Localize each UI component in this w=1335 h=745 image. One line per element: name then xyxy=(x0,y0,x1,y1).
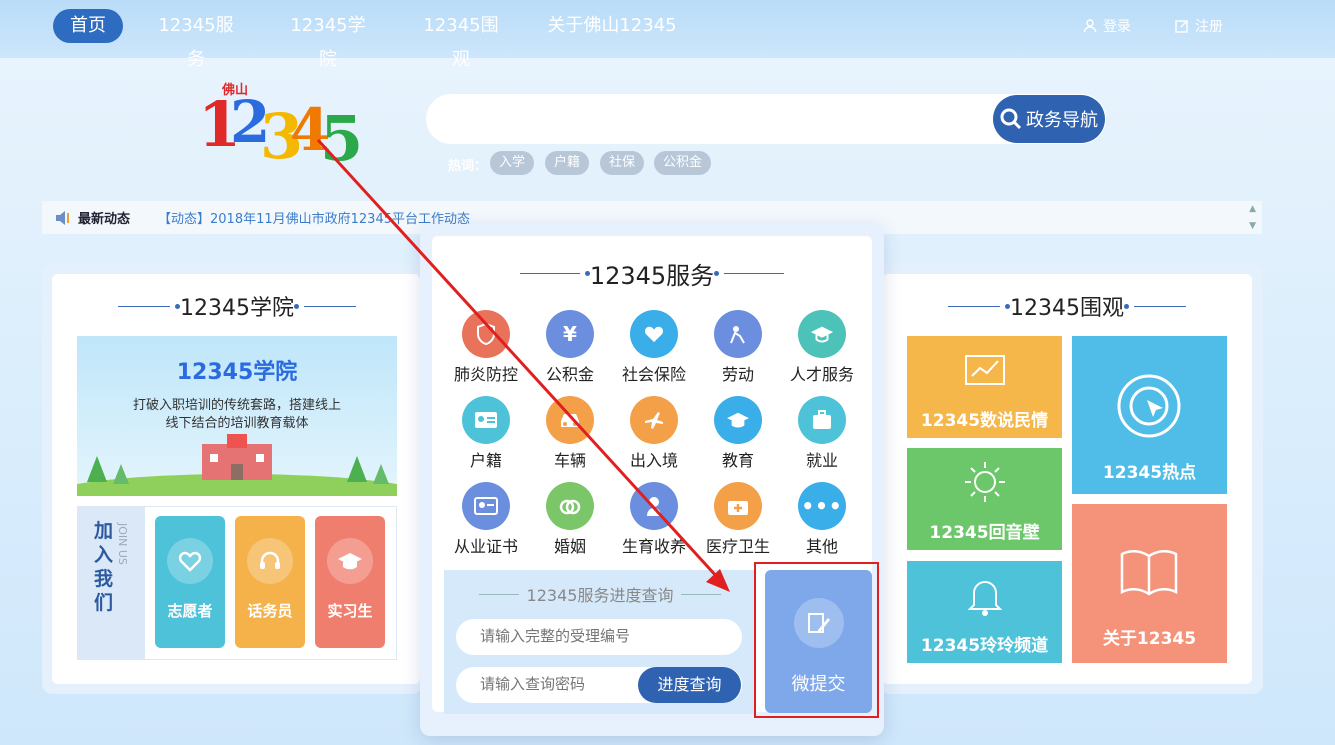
service-item-employment[interactable]: 就业 xyxy=(780,396,864,480)
edit-icon xyxy=(1175,20,1188,33)
hot-words-label: 热词： xyxy=(448,159,488,174)
banner-title: 12345学院 xyxy=(176,360,298,385)
service-item-education[interactable]: 教育 xyxy=(696,396,780,480)
nav-academy[interactable]: 12345学院 xyxy=(282,9,374,70)
nav-home[interactable]: 首页 xyxy=(53,9,123,43)
hot-tag[interactable]: 户籍 xyxy=(545,151,590,175)
service-item-exit-entry[interactable]: 出入境 xyxy=(612,396,696,480)
tile-about-12345[interactable]: 关于12345 xyxy=(1072,504,1227,663)
join-chars: 加入我们 xyxy=(94,520,114,614)
id-card-icon xyxy=(462,396,510,444)
briefcase-icon xyxy=(798,396,846,444)
register-link[interactable]: 注册 xyxy=(1175,16,1223,36)
banner-line1: 打破入职培训的传统套路，搭建线上 xyxy=(132,398,341,413)
graduate-icon xyxy=(798,310,846,358)
service-item-pneumonia[interactable]: 肺炎防控 xyxy=(444,310,528,394)
service-item-labor[interactable]: 劳动 xyxy=(696,310,780,394)
service-item-medical[interactable]: 医疗卫生 xyxy=(696,482,780,566)
ticker-scroll-up[interactable]: ▲ xyxy=(1249,204,1256,214)
highlight-box xyxy=(754,562,879,718)
gov-nav-label: 政务导航 xyxy=(1026,110,1098,131)
bell-icon xyxy=(967,581,1003,616)
logo-city: 佛山 xyxy=(221,82,248,98)
target-cursor-icon xyxy=(1117,374,1181,438)
heart-icon xyxy=(630,310,678,358)
book-icon xyxy=(1120,550,1178,596)
service-item-fund[interactable]: ¥ 公积金 xyxy=(528,310,612,394)
progress-query-button[interactable]: 进度查询 xyxy=(638,667,741,703)
academy-banner[interactable]: 12345学院 打破入职培训的传统套路，搭建线上 线下结合的培训教育载体 xyxy=(77,336,397,496)
medical-kit-icon xyxy=(714,482,762,530)
hot-tag[interactable]: 社保 xyxy=(600,151,645,175)
register-label: 注册 xyxy=(1195,19,1223,35)
login-label: 登录 xyxy=(1103,19,1131,35)
top-nav: 首页 12345服务 12345学院 12345围观 关于佛山12345 登录 … xyxy=(0,0,1335,70)
gov-nav-button[interactable]: 政务导航 xyxy=(993,95,1105,143)
ticker-news-link[interactable]: 【动态】2018年11月佛山市政府12345平台工作动态 xyxy=(158,208,470,227)
search-icon xyxy=(1000,108,1022,130)
service-item-talent[interactable]: 人才服务 xyxy=(780,310,864,394)
nav-watch[interactable]: 12345围观 xyxy=(415,9,507,70)
tile-lingling-channel[interactable]: 12345玲玲频道 xyxy=(907,561,1062,663)
operator-card[interactable]: 话务员 xyxy=(235,516,305,648)
site-logo[interactable]: 1 2 3 4 5 佛山 xyxy=(196,80,366,175)
banner-line2: 线下结合的培训教育载体 xyxy=(165,416,309,431)
volunteer-card[interactable]: 志愿者 xyxy=(155,516,225,648)
graduation-cap-icon xyxy=(338,553,362,570)
nav-about[interactable]: 关于佛山12345 xyxy=(547,9,677,43)
academy-section-title: 12345学院 xyxy=(52,290,422,322)
worker-icon xyxy=(714,310,762,358)
hot-tag[interactable]: 入学 xyxy=(490,151,535,175)
ticker-scroll-down[interactable]: ▼ xyxy=(1249,221,1256,231)
heart-icon xyxy=(178,551,202,572)
accept-number-input[interactable] xyxy=(456,619,742,655)
intern-card[interactable]: 实习生 xyxy=(315,516,385,648)
login-link[interactable]: 登录 xyxy=(1083,16,1131,36)
headset-icon xyxy=(260,551,280,569)
car-icon xyxy=(546,396,594,444)
line-chart-icon xyxy=(965,355,1005,385)
school-illustration xyxy=(77,434,397,496)
speaker-icon xyxy=(56,210,69,225)
certificate-icon xyxy=(462,482,510,530)
yuan-coin-icon: ¥ xyxy=(546,310,594,358)
airplane-icon xyxy=(630,396,678,444)
tile-hotspot[interactable]: 12345热点 xyxy=(1072,336,1227,494)
more-dots-icon: ••• xyxy=(798,482,846,530)
service-item-vehicle[interactable]: 车辆 xyxy=(528,396,612,480)
service-item-marriage[interactable]: 婚姻 xyxy=(528,482,612,566)
hot-tag[interactable]: 公积金 xyxy=(654,151,712,175)
service-item-social-insurance[interactable]: 社会保险 xyxy=(612,310,696,394)
join-en: JOIN US xyxy=(116,523,129,565)
service-item-household[interactable]: 户籍 xyxy=(444,396,528,480)
service-item-birth-adoption[interactable]: 生育收养 xyxy=(612,482,696,566)
progress-query-title: 12345服务进度查询 xyxy=(444,582,756,606)
watch-section-title: 12345围观 xyxy=(882,290,1252,322)
service-item-other[interactable]: ••• 其他 xyxy=(780,482,864,566)
service-section-title: 12345服务 xyxy=(432,256,872,291)
svg-text:5: 5 xyxy=(320,102,363,166)
user-icon xyxy=(1083,19,1097,33)
sun-icon xyxy=(965,462,1005,502)
tile-data-opinion[interactable]: 12345数说民情 xyxy=(907,336,1062,438)
nav-service[interactable]: 12345服务 xyxy=(150,9,242,70)
service-item-certificate[interactable]: 从业证书 xyxy=(444,482,528,566)
tile-echo-wall[interactable]: 12345回音壁 xyxy=(907,448,1062,550)
mortarboard-icon xyxy=(714,396,762,444)
ticker-title: 最新动态 xyxy=(78,212,131,227)
shield-icon xyxy=(462,310,510,358)
baby-icon xyxy=(630,482,678,530)
rings-icon xyxy=(546,482,594,530)
